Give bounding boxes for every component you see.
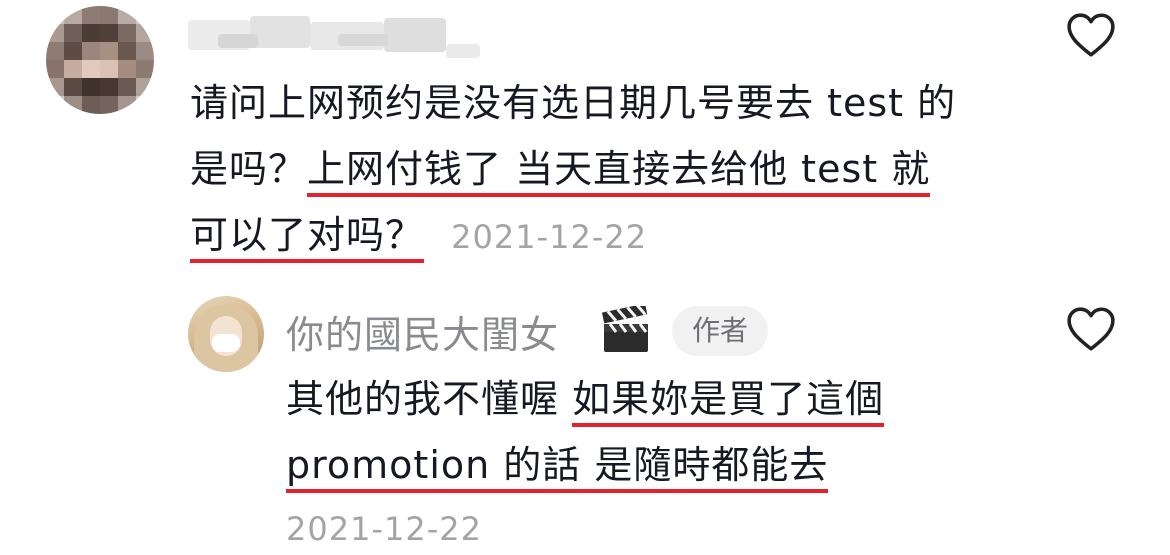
reply-text: 其他的我不懂喔 如果妳是買了這個 promotion 的話 是隨時都能去 bbox=[286, 366, 1046, 498]
reply-like-heart-icon[interactable] bbox=[1066, 306, 1116, 352]
author-badge: 作者 bbox=[672, 306, 768, 356]
reply-username[interactable]: 你的國民大閨女 bbox=[286, 304, 559, 359]
comment-date: 2021-12-22 bbox=[451, 218, 648, 256]
commenter-avatar[interactable] bbox=[46, 6, 154, 114]
comment-highlight-1: 上网付钱了 当天直接去给他 test 就 bbox=[307, 147, 931, 197]
reply-line-1: 其他的我不懂喔 如果妳是買了這個 bbox=[286, 366, 1046, 432]
comment-highlight-2: 可以了对吗？ bbox=[190, 213, 425, 263]
comment-line-3: 可以了对吗？ 2021-12-22 bbox=[190, 202, 1040, 270]
reply-highlight-1: 如果妳是買了這個 bbox=[572, 377, 885, 427]
comment-text: 请问上网预约是没有选日期几号要去 test 的 是吗？上网付钱了 当天直接去给他… bbox=[190, 70, 1040, 270]
reply-line-1-plain: 其他的我不懂喔 bbox=[286, 377, 573, 421]
reply-line-2: promotion 的話 是隨時都能去 bbox=[286, 432, 1046, 498]
clapperboard-icon bbox=[600, 303, 652, 354]
comment-line-2-plain: 是吗？ bbox=[190, 147, 308, 191]
commenter-username-blurred[interactable] bbox=[188, 14, 480, 58]
reply-highlight-2: promotion 的話 是隨時都能去 bbox=[286, 443, 829, 493]
reply-author-avatar[interactable] bbox=[188, 296, 264, 372]
comment-like-heart-icon[interactable] bbox=[1066, 12, 1116, 58]
reply-date: 2021-12-22 bbox=[286, 510, 482, 548]
comment-line-1: 请问上网预约是没有选日期几号要去 test 的 bbox=[190, 81, 957, 125]
comment-line-2: 是吗？上网付钱了 当天直接去给他 test 就 bbox=[190, 136, 1040, 202]
